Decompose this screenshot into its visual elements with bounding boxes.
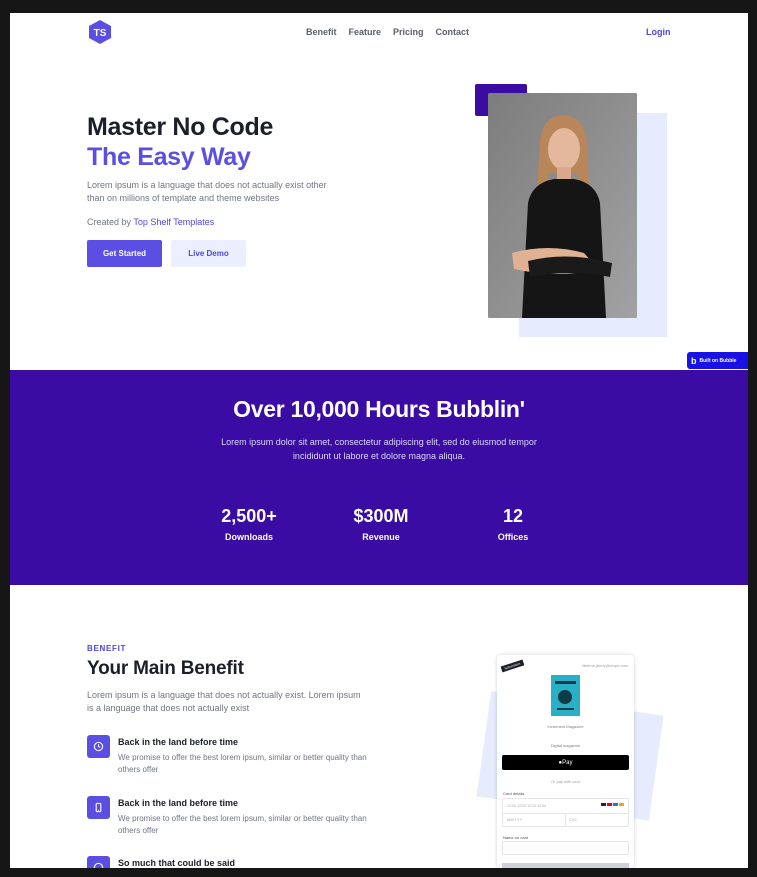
nav-link-feature[interactable]: Feature (349, 27, 382, 37)
feature-title: Back in the land before time (118, 798, 239, 808)
bubble-logo-icon: b (691, 355, 697, 366)
stats-title: Over 10,000 Hours Bubblin' (233, 396, 525, 422)
checkout-card-mockup: Subscription lifetime.jenny@stripe.com I… (497, 655, 634, 868)
stats-description: Lorem ipsum dolor sit amet, consectetur … (221, 437, 537, 461)
nav-link-pricing[interactable]: Pricing (393, 27, 424, 37)
card-field-divider (565, 813, 566, 827)
benefit-eyebrow: BENEFIT (87, 644, 127, 653)
live-demo-button[interactable]: Live Demo (171, 240, 246, 267)
nav-link-contact[interactable]: Contact (436, 27, 470, 37)
card-brands-icon (601, 803, 624, 806)
benefit-description: Lorem ipsum is a language that does not … (87, 690, 361, 713)
phone-icon (87, 796, 110, 819)
feature-title: So much that could be said (118, 858, 236, 868)
person-portrait-image (488, 93, 637, 318)
hero-description: Lorem ipsum is a language that does not … (87, 180, 327, 203)
hero-title: Master No Code (87, 113, 274, 141)
name-on-card-field[interactable] (502, 841, 629, 855)
benefit-title: Your Main Benefit (87, 658, 244, 679)
stat-offices: 12 Offices (463, 506, 563, 542)
built-on-bubble-label: Built on Bubble (699, 357, 737, 364)
logo-icon[interactable]: TS (87, 19, 113, 45)
stat-downloads: 2,500+ Downloads (199, 506, 299, 542)
hero-photo (488, 93, 637, 318)
apple-pay-label: Pay (562, 759, 573, 766)
subscription-tag: Subscription (500, 659, 524, 673)
hero-title-accent: The Easy Way (87, 143, 251, 171)
magazine-cover-image (551, 675, 580, 716)
or-pay-with-card: Or pay with card (550, 779, 581, 784)
get-started-button[interactable]: Get Started (87, 240, 162, 267)
stat-value: 12 (502, 506, 524, 526)
built-on-bubble-badge[interactable]: b Built on Bubble (687, 352, 748, 369)
stat-label: Revenue (362, 532, 400, 542)
card-number-placeholder: 1234 1234 1234 1234 (507, 803, 546, 808)
created-by-link[interactable]: Top Shelf Templates (133, 217, 214, 227)
chat-icon (87, 856, 110, 868)
apple-pay-button[interactable]: ● Pay (502, 755, 629, 770)
nav-link-benefit[interactable]: Benefit (306, 27, 337, 37)
name-on-card-label: Name on card (503, 835, 529, 840)
stat-label: Offices (497, 532, 529, 542)
main-nav: Benefit Feature Pricing Contact (306, 27, 469, 37)
expiry-placeholder: MM / YY (507, 817, 523, 822)
product-subtitle: Digital magazine (550, 743, 581, 748)
stats-section: Over 10,000 Hours Bubblin' Lorem ipsum d… (10, 370, 748, 585)
created-by-prefix: Created by (87, 217, 132, 227)
card-details-label: Card details (503, 791, 525, 796)
stat-value: 2,500+ (221, 506, 277, 526)
login-link[interactable]: Login (646, 27, 671, 37)
checkout-email: lifetime.jenny@stripe.com (582, 663, 628, 668)
checkout-footer-bar (502, 863, 629, 868)
card-details-field[interactable]: 1234 1234 1234 1234 MM / YY CVC (502, 798, 629, 827)
page-frame: TS Benefit Feature Pricing Contact Login… (10, 13, 748, 868)
cvc-placeholder: CVC (569, 817, 578, 822)
stat-value: $300M (353, 506, 409, 526)
product-name: Increment Magazine (547, 724, 584, 729)
stat-label: Downloads (224, 532, 273, 542)
created-by: Created by Top Shelf Templates (87, 217, 214, 227)
feature-title: Back in the land before time (118, 737, 239, 747)
svg-text:TS: TS (94, 28, 107, 39)
feature-description: We promise to offer the best lorem ipsum… (118, 753, 367, 774)
feature-description: We promise to offer the best lorem ipsum… (118, 814, 367, 835)
clock-icon (87, 735, 110, 758)
stat-revenue: $300M Revenue (331, 506, 431, 542)
